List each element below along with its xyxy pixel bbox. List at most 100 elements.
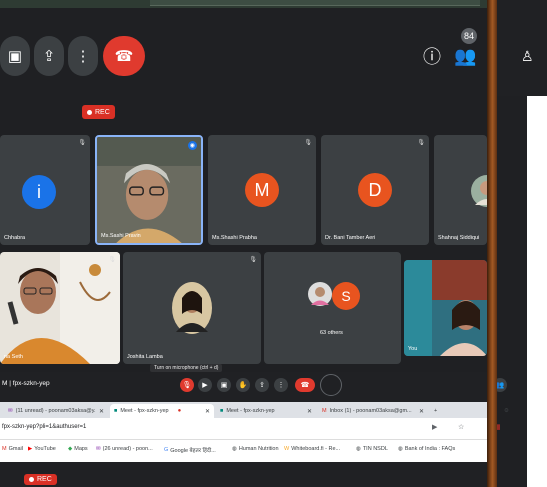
rec-label: REC <box>95 108 110 116</box>
cast-icon[interactable]: ▶ <box>432 423 437 431</box>
camera-icon: ▶ <box>202 382 208 389</box>
tab-bar: ✉ (11 unread) - poonam03aksa@y... ✕ ■ Meet … <box>0 402 509 418</box>
youtube-icon: ▶ <box>28 446 33 452</box>
meet-icon: ■ <box>114 408 118 414</box>
mail-icon: ✉ <box>96 446 101 452</box>
participant-tile-2[interactable]: ◉ Ms.Sashi Pravin <box>95 135 203 245</box>
bookmark-unread[interactable]: ✉ (26 unread) - poon... <box>96 446 153 452</box>
info-icon[interactable]: ⓘ <box>423 44 441 68</box>
more-options-button[interactable]: ⋮ <box>68 36 98 76</box>
participant-name: Ms.Sashi Pravin <box>101 233 141 239</box>
right-panel-top: ♙ <box>497 0 547 96</box>
cursor-ring <box>320 374 342 396</box>
avatar: S <box>332 282 360 310</box>
rec-badge-top: REC <box>82 105 115 119</box>
present-button[interactable]: ⇪ <box>34 36 64 76</box>
close-icon[interactable]: ✕ <box>419 408 424 415</box>
address-bar[interactable]: fpx-szkn-yep?pli=1&authuser=1 ▶ ☆ ▦ <box>0 418 501 440</box>
raise-hand-button[interactable]: ✋ <box>236 378 250 392</box>
avatar-photo <box>471 175 487 207</box>
hangup-icon: ☎ <box>114 48 134 65</box>
mic-tooltip: Turn on microphone (ctrl + d) <box>150 364 223 372</box>
bookmark-human-nutrition[interactable]: ◍ Human Nutrition <box>232 446 279 452</box>
participant-tile-7[interactable]: 🎙 Joshita Lamba <box>123 252 261 364</box>
participant-tile-4[interactable]: D 🎙 Dr. Bani Tamber Aeri <box>321 135 429 245</box>
top-strip <box>0 0 487 8</box>
tab-meet-active[interactable]: ■ Meet - fpx-szkn-yep ● ✕ <box>110 404 214 418</box>
avatar: i <box>22 175 56 209</box>
tab-mail[interactable]: ✉ (11 unread) - poonam03aksa@y... ✕ <box>4 404 108 418</box>
others-count: 63 others <box>320 330 343 336</box>
participant-tile-others[interactable]: S 63 others <box>264 252 401 364</box>
camera-button[interactable]: ▶ <box>198 378 212 392</box>
captions-button[interactable]: ▣ <box>0 36 30 76</box>
settings-icon[interactable]: ⚙ <box>500 404 514 418</box>
more-options-button[interactable]: ⋮ <box>274 378 288 392</box>
participant-tile-1[interactable]: i 🎙 Chhabra <box>0 135 90 245</box>
globe-icon: ◍ <box>356 446 361 452</box>
participant-video <box>97 137 201 243</box>
participant-video <box>0 252 120 364</box>
rec-dot-icon <box>87 109 92 115</box>
bookmark-maps[interactable]: ◆ Maps <box>68 446 88 452</box>
meet-screenshot: ▣ ⇪ ⋮ ☎ ⓘ 👥 84 ▤ ♙ REC i 🎙 Chhabra ◉ Ms.… <box>0 0 547 487</box>
mic-off-icon: 🎙 <box>417 140 425 146</box>
participant-name: Joshita Lamba <box>127 354 163 360</box>
secondary-toolbar: M | fpx-szkn-yep 🎙 ▶ ▣ ✋ ⇪ ⋮ ☎ 👥 <box>0 372 507 402</box>
participant-name: You <box>408 346 418 352</box>
globe-icon: ◍ <box>398 446 403 452</box>
close-icon[interactable]: ✕ <box>205 408 210 415</box>
mic-off-icon: 🎙 <box>182 382 192 389</box>
tab-meet[interactable]: ■ Meet - fpx-szkn-yep ✕ <box>216 404 316 418</box>
bookmark-google-hindi[interactable]: G Google बेहतर हिंदी... <box>164 446 216 454</box>
bottom-bar: REC <box>0 462 487 487</box>
more-icon: ⋮ <box>277 382 285 389</box>
captions-icon: ▣ <box>220 382 228 389</box>
mic-off-icon: 🎙 <box>249 257 257 263</box>
meeting-code: M | fpx-szkn-yep <box>2 380 50 387</box>
avatar: D <box>358 173 392 207</box>
meet-icon: ■ <box>220 408 224 414</box>
captions-icon: ▣ <box>7 48 23 65</box>
bookmark-gmail[interactable]: M Gmail <box>2 446 23 452</box>
star-icon[interactable]: ☆ <box>458 423 464 431</box>
activities-icon[interactable]: ♙ <box>521 44 534 68</box>
bookmark-boi[interactable]: ◍ Bank of India : FAQs <box>398 446 455 452</box>
participant-name: Ms.Shashi Prabha <box>212 235 257 241</box>
recording-dot-icon: ● <box>177 408 182 414</box>
participant-name: Shahnaj Siddiqui <box>438 235 480 241</box>
participant-tile-3[interactable]: M 🎙 Ms.Shashi Prabha <box>208 135 316 245</box>
url-text: fpx-szkn-yep?pli=1&authuser=1 <box>2 424 87 430</box>
participant-count-badge: 84 <box>461 28 477 44</box>
captions-button[interactable]: ▣ <box>217 378 231 392</box>
mic-off-icon: 🎙 <box>304 140 312 146</box>
participant-name: Chhabra <box>4 235 26 241</box>
hangup-icon: ☎ <box>300 382 310 389</box>
people-icon[interactable]: 👥 <box>454 44 476 68</box>
gmail-icon: M <box>2 446 7 452</box>
present-icon: ⇪ <box>259 382 265 389</box>
maps-icon: ◆ <box>68 446 73 452</box>
leave-call-button[interactable]: ☎ <box>295 378 315 392</box>
bookmark-tin-nsdl[interactable]: ◍ TIN NSDL <box>356 446 388 452</box>
new-tab-button[interactable]: + <box>430 404 444 418</box>
close-icon[interactable]: ✕ <box>99 408 104 415</box>
mic-button[interactable]: 🎙 <box>180 378 194 392</box>
rec-badge-bottom: REC <box>24 474 57 485</box>
tab-inbox[interactable]: M Inbox (1) - poonam03aksa@gm... ✕ <box>318 404 428 418</box>
rec-dot-icon <box>29 477 34 482</box>
present-button[interactable]: ⇪ <box>255 378 269 392</box>
close-icon[interactable]: ✕ <box>307 408 312 415</box>
present-icon: ⇪ <box>42 48 56 65</box>
participant-tile-self[interactable]: You <box>404 260 487 356</box>
bookmark-whiteboard[interactable]: W Whiteboard.fi - Re... <box>284 446 340 452</box>
participant-tile-5[interactable]: Shahnaj Siddiqui <box>434 135 487 245</box>
leave-call-button[interactable]: ☎ <box>103 36 145 76</box>
participant-name: na Seth <box>4 354 23 360</box>
whiteboard-icon: W <box>284 446 290 452</box>
mail-icon: ✉ <box>8 408 13 414</box>
bookmark-youtube[interactable]: ▶ YouTube <box>28 446 56 452</box>
bookmarks-bar: M Gmail ▶ YouTube ◆ Maps ✉ (26 unread) - poo… <box>0 440 487 462</box>
participant-tile-6[interactable]: 🎙 na Seth <box>0 252 120 364</box>
gmail-icon: M <box>322 408 327 414</box>
